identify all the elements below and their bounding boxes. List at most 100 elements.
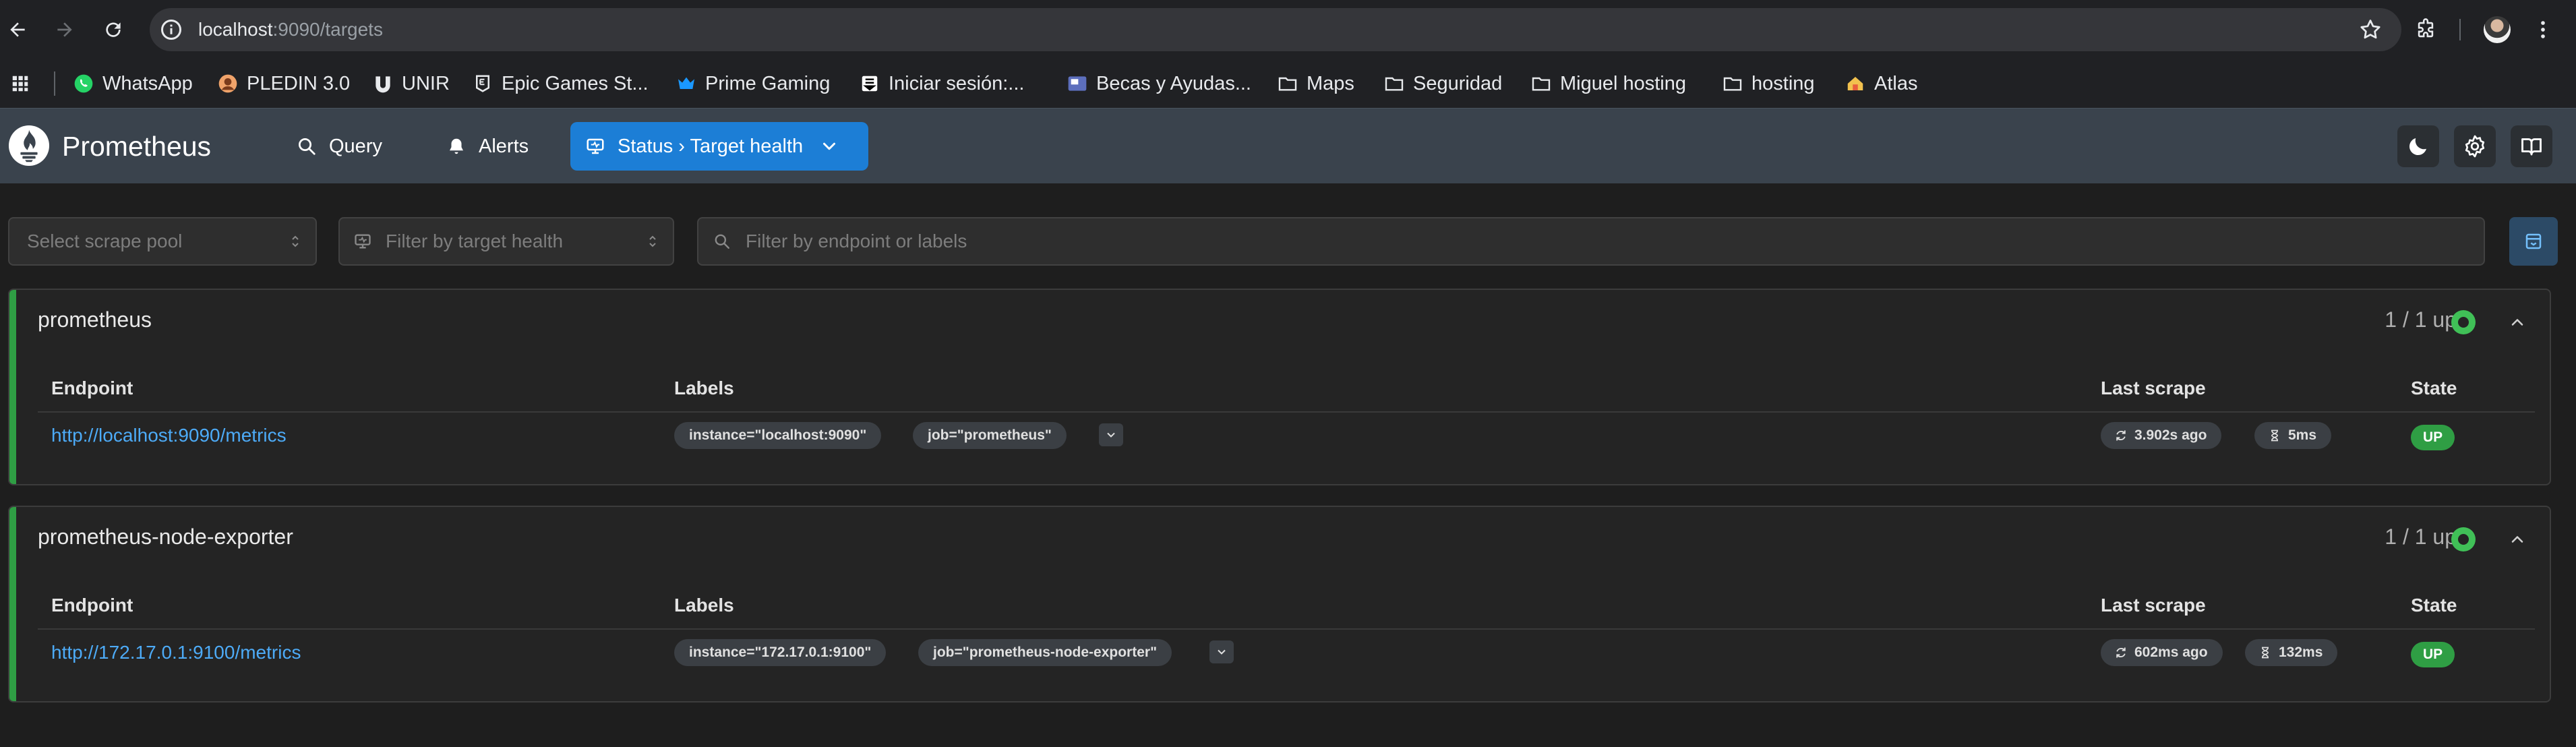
endpoint-link[interactable]: http://172.17.0.1:9100/metrics [51, 642, 301, 663]
settings-button[interactable] [2454, 125, 2496, 167]
column-header-labels: Labels [674, 378, 734, 398]
chevron-up-down-icon [292, 235, 299, 247]
scrape-duration-text: 132ms [2279, 645, 2323, 660]
chevron-up-icon [2511, 536, 2523, 543]
bookmark-iniciar-sesion[interactable]: Iniciar sesión:... [859, 59, 1024, 108]
bookmark-label: Prime Gaming [705, 72, 831, 94]
endpoint-link[interactable]: http://localhost:9090/metrics [51, 425, 287, 446]
address-bar[interactable]: localhost:9090/targets [150, 8, 2401, 51]
bell-icon [450, 138, 463, 154]
bookmark-label: UNIR [402, 72, 450, 94]
bookmark-becas[interactable]: Becas y Ayudas... [1067, 59, 1251, 108]
gear-icon [2465, 135, 2485, 158]
target-health-placeholder: Filter by target health [386, 231, 564, 251]
puzzle-icon [2418, 18, 2434, 38]
bookmark-label: Seguridad [1413, 72, 1503, 94]
hourglass-icon [2271, 429, 2279, 442]
hourglass-icon [2261, 647, 2269, 659]
substack-icon [859, 73, 880, 94]
extensions-button[interactable] [2408, 12, 2443, 47]
apps-grid-icon [9, 73, 31, 94]
collapse-all-button[interactable] [2509, 217, 2558, 266]
last-scrape-badge: 602ms ago [2101, 639, 2223, 666]
target-health-select[interactable]: Filter by target health [338, 217, 674, 266]
column-header-last-scrape: Last scrape [2101, 595, 2206, 616]
health-ring-icon [2451, 310, 2476, 334]
browser-menu-button[interactable] [2525, 12, 2560, 47]
nav-status-menu[interactable]: Status › Target health [570, 122, 868, 171]
url-host: localhost [198, 19, 273, 40]
apps-button[interactable] [9, 59, 31, 108]
arrow-left-icon [10, 22, 25, 37]
last-scrape-text: 3.902s ago [2134, 427, 2207, 443]
bookmark-label: WhatsApp [102, 72, 193, 94]
bookmark-label: Atlas [1874, 72, 1918, 94]
health-ring-icon [2451, 527, 2476, 551]
pledin-icon [217, 73, 239, 94]
refresh-icon [2116, 430, 2126, 441]
reload-icon [106, 22, 121, 37]
bookmark-label: Becas y Ayudas... [1096, 72, 1251, 94]
app-header: Prometheus Query Alerts Status › Target … [0, 108, 2576, 183]
scrape-pool-select[interactable]: Select scrape pool [8, 217, 317, 266]
bookmark-folder-miguel-hosting[interactable]: Miguel hosting [1530, 59, 1686, 108]
state-badge: UP [2411, 425, 2455, 450]
last-scrape-badge: 3.902s ago [2101, 422, 2222, 449]
scrape-duration-badge: 5ms [2254, 422, 2332, 449]
bookmark-pledin[interactable]: PLEDIN 3.0 [217, 59, 350, 108]
becas-icon [1067, 73, 1088, 94]
bookmark-whatsapp[interactable]: WhatsApp [73, 59, 193, 108]
search-icon [715, 234, 729, 249]
expand-labels-button[interactable] [1099, 423, 1123, 446]
search-placeholder: Filter by endpoint or labels [746, 231, 967, 251]
bookmark-atlas[interactable]: Atlas [1845, 59, 1917, 108]
nav-query[interactable]: Query [282, 122, 397, 171]
kebab-menu-icon [2541, 21, 2545, 38]
browser-toolbar: localhost:9090/targets [0, 0, 2576, 59]
theme-toggle-button[interactable] [2397, 125, 2439, 167]
layout-collapse-icon [2525, 233, 2542, 249]
chevron-down-icon [1218, 649, 1226, 655]
back-button[interactable] [0, 12, 35, 47]
bookmark-folder-hosting[interactable]: hosting [1722, 59, 1815, 108]
bookmark-label: PLEDIN 3.0 [247, 72, 351, 94]
bookmark-star-icon[interactable] [2358, 18, 2383, 42]
whatsapp-icon [73, 73, 94, 94]
docs-button[interactable] [2511, 125, 2552, 167]
expand-labels-button[interactable] [1209, 640, 1234, 663]
health-bar [9, 290, 16, 484]
monitor-icon [355, 234, 371, 249]
folder-icon [1277, 73, 1298, 94]
atlas-icon [1845, 73, 1866, 94]
bookmark-unir[interactable]: UNIR [372, 59, 450, 108]
prometheus-logo-icon[interactable] [8, 125, 50, 167]
column-header-endpoint: Endpoint [51, 378, 133, 398]
forward-button[interactable] [47, 12, 82, 47]
bookmark-prime-gaming[interactable]: Prime Gaming [676, 59, 830, 108]
book-icon [2521, 138, 2542, 156]
url-path: :9090/targets [272, 19, 383, 40]
column-header-last-scrape: Last scrape [2101, 378, 2206, 398]
nav-alerts[interactable]: Alerts [431, 122, 543, 171]
column-header-endpoint: Endpoint [51, 595, 133, 616]
bookmark-folder-maps[interactable]: Maps [1277, 59, 1354, 108]
arrow-right-icon [57, 22, 72, 37]
bookmark-label: Iniciar sesión:... [889, 72, 1025, 94]
bookmarks-bar: WhatsApp PLEDIN 3.0 UNIR Epic Games St..… [0, 59, 2576, 108]
bookmark-folder-seguridad[interactable]: Seguridad [1383, 59, 1502, 108]
scrape-pool-placeholder: Select scrape pool [27, 231, 183, 251]
collapse-pool-button[interactable] [2504, 309, 2531, 336]
crown-icon [676, 73, 697, 94]
profile-button[interactable] [2480, 12, 2515, 47]
bookmark-epic-games[interactable]: Epic Games St... [472, 59, 649, 108]
collapse-pool-button[interactable] [2504, 526, 2531, 553]
state-badge: UP [2411, 642, 2455, 667]
reload-button[interactable] [96, 12, 131, 47]
scrape-pool-card: prometheus 1 / 1 up Endpoint Labels Last… [8, 289, 2551, 485]
site-info-icon[interactable] [159, 18, 183, 42]
brand-title[interactable]: Prometheus [62, 109, 211, 184]
last-scrape-text: 602ms ago [2134, 645, 2208, 660]
endpoint-labels-search-input[interactable]: Filter by endpoint or labels [697, 217, 2485, 266]
url-text: localhost:9090/targets [198, 8, 383, 51]
scrape-pool-name: prometheus [38, 307, 152, 332]
